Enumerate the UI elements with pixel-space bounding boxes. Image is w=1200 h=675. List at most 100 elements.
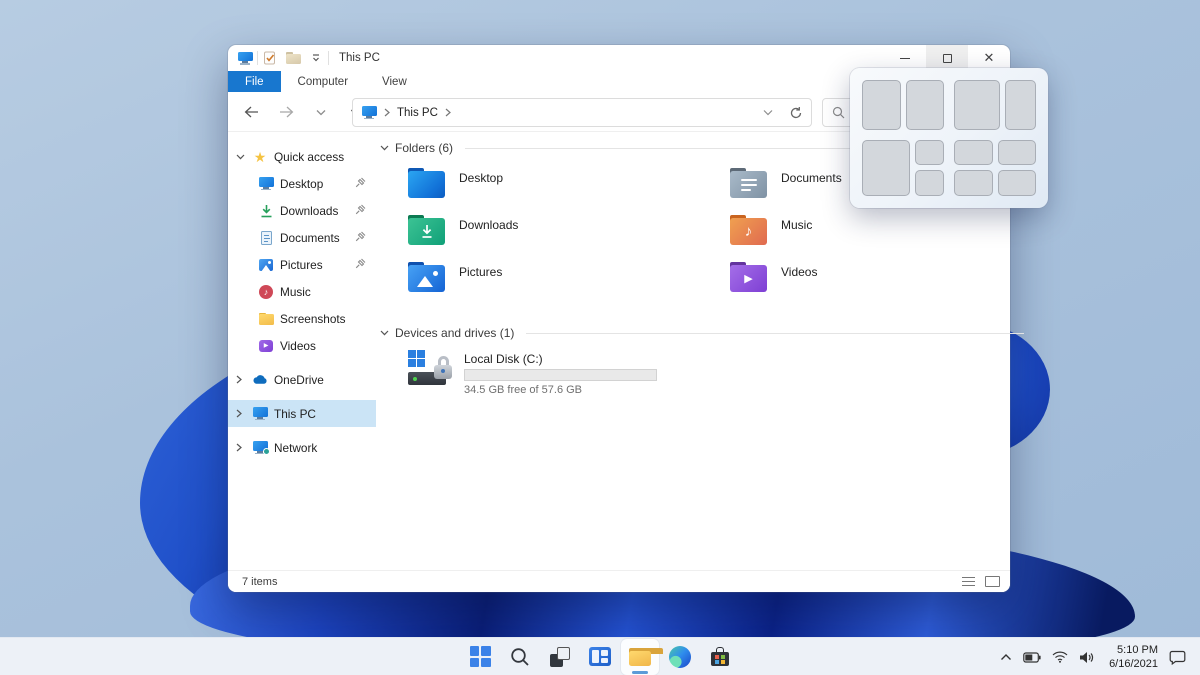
widgets-button[interactable] — [581, 639, 619, 675]
network-icon — [252, 440, 268, 456]
battery-icon[interactable] — [1023, 652, 1041, 663]
customize-toolbar-icon[interactable] — [308, 50, 324, 66]
snap-option-two-columns-wide-left[interactable] — [954, 80, 1036, 130]
pin-icon[interactable] — [355, 204, 366, 218]
back-icon[interactable] — [242, 103, 260, 121]
sidebar-item-documents[interactable]: Documents — [228, 224, 376, 251]
snap-zone[interactable] — [954, 140, 993, 166]
sidebar-item-label: Network — [274, 441, 317, 455]
search-icon — [510, 647, 530, 667]
sidebar-item-screenshots[interactable]: Screenshots — [228, 305, 376, 332]
folder-tile-desktop[interactable]: Desktop — [380, 168, 702, 215]
taskbar-clock[interactable]: 5:10 PM 6/16/2021 — [1109, 643, 1158, 672]
refresh-icon[interactable] — [789, 106, 803, 120]
desktop-folder-icon — [408, 168, 445, 198]
snap-zone[interactable] — [915, 170, 944, 196]
start-button[interactable] — [461, 639, 499, 675]
snap-zone[interactable] — [862, 140, 910, 197]
chevron-down-icon[interactable] — [380, 145, 389, 151]
folder-name: Videos — [781, 262, 817, 279]
tray-time: 5:10 PM — [1109, 643, 1158, 657]
snap-zone[interactable] — [862, 80, 901, 130]
sidebar-item-downloads[interactable]: Downloads — [228, 197, 376, 224]
volume-icon[interactable] — [1079, 651, 1094, 664]
task-view-icon — [549, 646, 571, 668]
document-icon — [258, 230, 274, 246]
search-icon — [832, 106, 845, 119]
breadcrumb-chevron-icon[interactable] — [384, 108, 390, 117]
snap-zone[interactable] — [906, 80, 945, 130]
quick-access-toolbar — [262, 50, 324, 66]
titlebar-separator — [257, 51, 258, 65]
sidebar: ★ Quick access Desktop Downloads Documen… — [228, 133, 376, 570]
folder-tile-pictures[interactable]: Pictures — [380, 262, 702, 309]
tab-computer[interactable]: Computer — [281, 71, 366, 92]
details-view-icon[interactable] — [962, 577, 975, 587]
folder-tile-music[interactable]: ♪ Music — [702, 215, 1024, 262]
hidden-icons-chevron-icon[interactable] — [1000, 653, 1012, 661]
snap-layouts-flyout — [850, 68, 1048, 208]
pin-icon[interactable] — [355, 231, 366, 245]
titlebar-separator — [328, 51, 329, 65]
address-dropdown-icon[interactable] — [763, 109, 773, 116]
local-disk-tile[interactable]: Local Disk (C:) 34.5 GB free of 57.6 GB — [380, 350, 1024, 396]
chevron-down-icon[interactable] — [236, 154, 246, 160]
snap-zone[interactable] — [954, 80, 1000, 130]
sidebar-item-quick-access[interactable]: ★ Quick access — [228, 143, 376, 170]
videos-icon: ▶ — [258, 338, 274, 354]
chevron-right-icon[interactable] — [236, 443, 246, 452]
documents-folder-icon — [730, 168, 767, 198]
new-folder-icon[interactable] — [285, 50, 301, 66]
address-bar[interactable]: This PC — [352, 98, 812, 127]
snap-option-quad-grid[interactable] — [954, 140, 1036, 197]
star-icon: ★ — [252, 149, 268, 165]
store-button[interactable] — [701, 639, 739, 675]
folder-tile-downloads[interactable]: Downloads — [380, 215, 702, 262]
file-explorer-button[interactable] — [621, 639, 659, 675]
tab-file[interactable]: File — [228, 71, 281, 92]
breadcrumb-pc-icon[interactable] — [361, 105, 377, 121]
sidebar-item-pictures[interactable]: Pictures — [228, 251, 376, 278]
sidebar-item-this-pc[interactable]: This PC — [228, 400, 376, 427]
task-view-button[interactable] — [541, 639, 579, 675]
pin-icon[interactable] — [355, 177, 366, 191]
chevron-right-icon[interactable] — [236, 409, 246, 418]
forward-icon[interactable] — [277, 103, 295, 121]
drive-name: Local Disk (C:) — [464, 352, 657, 366]
wifi-icon[interactable] — [1052, 651, 1068, 663]
breadcrumb-this-pc[interactable]: This PC — [397, 107, 438, 119]
pin-icon[interactable] — [355, 258, 366, 272]
tray-date: 6/16/2021 — [1109, 657, 1158, 671]
snap-option-left-half-right-stacked[interactable] — [862, 140, 944, 197]
sidebar-item-desktop[interactable]: Desktop — [228, 170, 376, 197]
tab-view[interactable]: View — [365, 71, 424, 92]
folder-name: Desktop — [459, 168, 503, 185]
chevron-down-icon[interactable] — [380, 330, 389, 336]
drive-info: Local Disk (C:) 34.5 GB free of 57.6 GB — [464, 350, 657, 396]
breadcrumb-chevron-icon[interactable] — [445, 108, 451, 117]
chevron-right-icon[interactable] — [236, 375, 246, 384]
snap-zone[interactable] — [998, 170, 1037, 196]
this-pc-icon — [237, 50, 253, 66]
sidebar-item-network[interactable]: Network — [228, 434, 376, 461]
nav-buttons — [242, 92, 365, 132]
snap-zone[interactable] — [954, 170, 993, 196]
sidebar-item-onedrive[interactable]: OneDrive — [228, 366, 376, 393]
thumbnails-view-icon[interactable] — [985, 576, 1000, 587]
sidebar-item-videos[interactable]: ▶ Videos — [228, 332, 376, 359]
folder-tile-videos[interactable]: ▶ Videos — [702, 262, 1024, 309]
properties-icon[interactable] — [262, 50, 278, 66]
snap-zone[interactable] — [998, 140, 1037, 166]
sidebar-item-music[interactable]: ♪ Music — [228, 278, 376, 305]
folder-icon — [258, 311, 274, 327]
edge-button[interactable] — [661, 639, 699, 675]
snap-zone[interactable] — [915, 140, 944, 166]
onedrive-icon — [252, 372, 268, 388]
devices-section-header[interactable]: Devices and drives (1) — [380, 326, 1024, 340]
section-title: Folders (6) — [395, 141, 453, 155]
snap-zone[interactable] — [1005, 80, 1036, 130]
notification-center-icon[interactable] — [1169, 649, 1186, 665]
recent-locations-icon[interactable] — [312, 103, 330, 121]
snap-option-two-columns-equal[interactable] — [862, 80, 944, 130]
search-button[interactable] — [501, 639, 539, 675]
